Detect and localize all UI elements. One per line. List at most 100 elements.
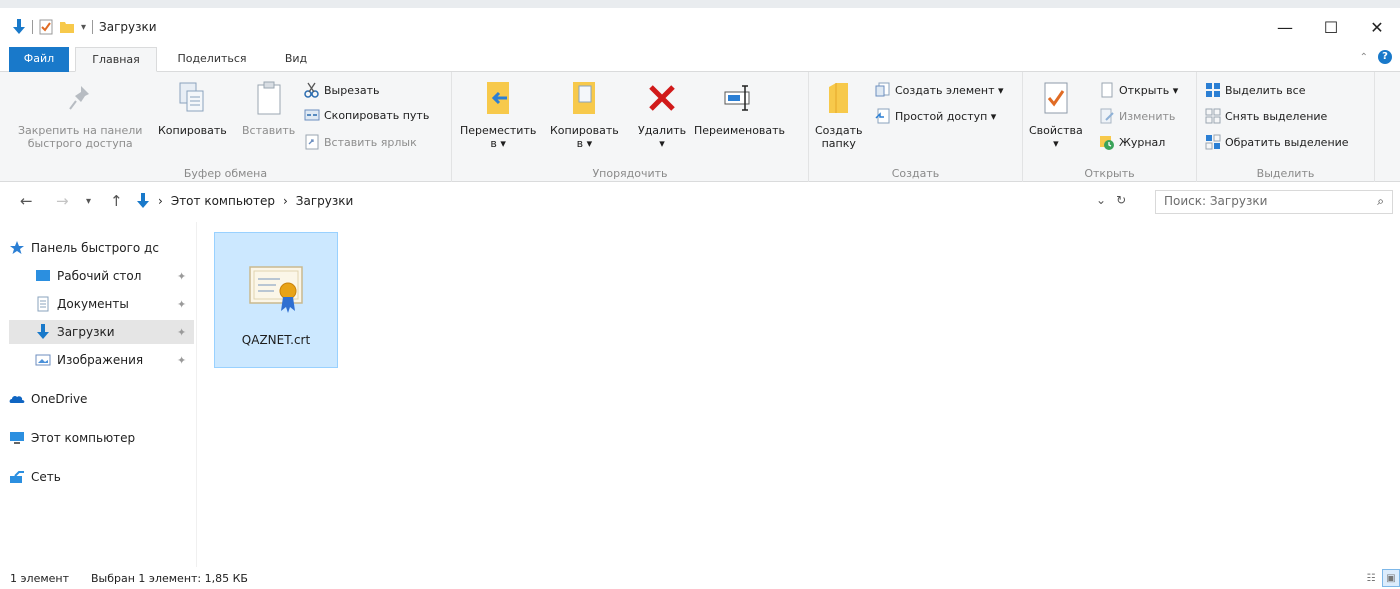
breadcrumb[interactable]: › Этот компьютер › Загрузки bbox=[136, 193, 353, 209]
delete-x-icon bbox=[644, 78, 680, 118]
copy-icon bbox=[174, 78, 210, 118]
breadcrumb-this-pc[interactable]: Этот компьютер bbox=[171, 194, 275, 208]
copy-path-icon bbox=[304, 109, 320, 121]
sidebar-item-documents[interactable]: Документы ✦ bbox=[9, 292, 194, 316]
breadcrumb-downloads[interactable]: Загрузки bbox=[296, 194, 354, 208]
edit-icon bbox=[1100, 108, 1114, 124]
tab-file[interactable]: Файл bbox=[9, 47, 69, 72]
rename-button[interactable]: Переименовать bbox=[694, 78, 785, 137]
selection-info: Выбран 1 элемент: 1,85 КБ bbox=[91, 572, 248, 585]
tab-share[interactable]: Поделиться bbox=[166, 47, 258, 72]
organize-group-label: Упорядочить bbox=[592, 167, 668, 180]
large-icons-view-icon[interactable]: ▣ bbox=[1382, 569, 1400, 587]
window-controls: — ☐ ✕ bbox=[1262, 12, 1400, 42]
collapse-ribbon-icon[interactable]: ⌃ bbox=[1360, 52, 1368, 63]
sidebar-item-pictures[interactable]: Изображения ✦ bbox=[9, 348, 194, 372]
easy-access-icon bbox=[875, 108, 890, 124]
sidebar-item-onedrive[interactable]: OneDrive bbox=[9, 387, 194, 411]
copy-label: Копировать bbox=[158, 124, 227, 137]
new-folder-button[interactable]: Создать папку bbox=[815, 78, 863, 150]
search-icon[interactable]: ⌕ bbox=[1377, 194, 1384, 209]
select-none-icon bbox=[1205, 108, 1221, 124]
forward-arrow-icon[interactable]: → bbox=[56, 192, 69, 210]
edit-button[interactable]: Изменить bbox=[1099, 108, 1175, 124]
pinned-icon: ✦ bbox=[177, 297, 187, 311]
new-folder-label-line1: Создать bbox=[815, 124, 863, 137]
properties-quick-icon[interactable] bbox=[39, 19, 53, 35]
paste-shortcut-button[interactable]: Вставить ярлык bbox=[304, 134, 417, 150]
new-item-button[interactable]: Создать элемент ▾ bbox=[875, 82, 1004, 98]
back-arrow-icon[interactable]: ← bbox=[20, 192, 33, 210]
up-arrow-icon[interactable]: ↑ bbox=[110, 192, 123, 210]
easy-access-button[interactable]: Простой доступ ▾ bbox=[875, 108, 996, 124]
search-input[interactable]: Поиск: Загрузки ⌕ bbox=[1155, 190, 1393, 214]
details-view-icon[interactable]: ☷ bbox=[1362, 569, 1380, 587]
downloads-location-icon bbox=[137, 193, 149, 208]
copy-path-button[interactable]: Скопировать путь bbox=[304, 107, 429, 123]
recent-locations-chevron-icon[interactable]: ▾ bbox=[86, 196, 91, 207]
delete-label: Удалить bbox=[638, 124, 687, 137]
paste-button[interactable]: Вставить bbox=[242, 78, 295, 137]
maximize-button[interactable]: ☐ bbox=[1308, 12, 1354, 42]
sidebar-item-quick-access[interactable]: Панель быстрого дс bbox=[9, 236, 194, 260]
select-all-icon bbox=[1206, 83, 1220, 97]
select-none-button[interactable]: Снять выделение bbox=[1205, 108, 1327, 124]
select-group: Выделить все Снять выделение Обратить вы… bbox=[1197, 72, 1375, 182]
clipboard-group-label: Буфер обмена bbox=[183, 167, 268, 180]
pictures-icon bbox=[35, 354, 51, 366]
refresh-icon[interactable]: ↻ bbox=[1116, 193, 1126, 207]
desktop-icon bbox=[36, 270, 50, 281]
onedrive-icon bbox=[9, 395, 25, 403]
sidebar-item-downloads[interactable]: Загрузки ✦ bbox=[9, 320, 194, 344]
paste-shortcut-icon bbox=[305, 134, 319, 150]
copy-to-label: Копировать bbox=[550, 124, 619, 137]
select-all-button[interactable]: Выделить все bbox=[1205, 82, 1305, 98]
easy-access-label: Простой доступ ▾ bbox=[895, 109, 997, 123]
invert-selection-label: Обратить выделение bbox=[1225, 135, 1349, 149]
tab-view[interactable]: Вид bbox=[277, 47, 315, 72]
copy-to-arrow: в ▾ bbox=[576, 137, 593, 150]
move-to-button[interactable]: Переместить в ▾ bbox=[460, 78, 536, 150]
sidebar-item-network[interactable]: Сеть bbox=[9, 465, 194, 489]
item-count: 1 элемент bbox=[10, 572, 69, 585]
pin-icon bbox=[62, 78, 98, 118]
download-arrow-icon bbox=[13, 19, 25, 34]
address-dropdown-chevron-icon[interactable]: ⌄ bbox=[1096, 193, 1106, 207]
sidebar-item-this-pc[interactable]: Этот компьютер bbox=[9, 426, 194, 450]
new-folder-label-line2: папку bbox=[821, 137, 856, 150]
copy-button[interactable]: Копировать bbox=[158, 78, 227, 137]
new-group-label: Создать bbox=[891, 167, 940, 180]
qat-customize-icon[interactable]: ▾ bbox=[81, 22, 86, 33]
delete-button[interactable]: Удалить ▾ bbox=[638, 78, 686, 150]
help-icon[interactable]: ? bbox=[1378, 50, 1392, 64]
network-icon bbox=[10, 471, 24, 483]
pin-quick-access-button[interactable]: Закрепить на панели быстрого доступа bbox=[18, 78, 142, 150]
move-to-arrow: в ▾ bbox=[490, 137, 506, 150]
invert-selection-button[interactable]: Обратить выделение bbox=[1205, 134, 1349, 150]
open-button[interactable]: Открыть ▾ bbox=[1099, 82, 1178, 98]
open-file-icon bbox=[1101, 82, 1113, 98]
title-bar: ▾ Загрузки — ☐ ✕ bbox=[0, 0, 1400, 38]
paste-label: Вставить bbox=[242, 124, 296, 137]
open-group: Свойства ▾ Открыть ▾ Изменить Журнал Отк… bbox=[1023, 72, 1197, 182]
properties-button[interactable]: Свойства ▾ bbox=[1029, 78, 1083, 150]
sidebar-item-label: OneDrive bbox=[31, 392, 88, 406]
move-to-icon bbox=[480, 78, 516, 118]
new-folder-quick-icon[interactable] bbox=[59, 20, 75, 34]
select-group-label: Выделить bbox=[1256, 167, 1315, 180]
tab-home[interactable]: Главная bbox=[75, 47, 157, 72]
file-item[interactable]: QAZNET.crt bbox=[214, 232, 338, 368]
ribbon-tabs: Файл Главная Поделиться Вид ⌃ ? bbox=[0, 46, 1400, 72]
pin-label-line2: быстрого доступа bbox=[27, 137, 133, 150]
cut-button[interactable]: Вырезать bbox=[304, 82, 379, 98]
copy-to-button[interactable]: Копировать в ▾ bbox=[550, 78, 619, 150]
close-button[interactable]: ✕ bbox=[1354, 12, 1400, 42]
quick-access-toolbar: ▾ Загрузки bbox=[12, 16, 157, 38]
history-button[interactable]: Журнал bbox=[1099, 134, 1165, 150]
sidebar-item-desktop[interactable]: Рабочий стол ✦ bbox=[9, 264, 194, 288]
select-all-label: Выделить все bbox=[1225, 83, 1306, 97]
minimize-button[interactable]: — bbox=[1262, 12, 1308, 42]
delete-arrow: ▾ bbox=[659, 137, 665, 150]
new-item-label: Создать элемент ▾ bbox=[895, 83, 1004, 97]
navigation-pane: Панель быстрого дс Рабочий стол ✦ Докуме… bbox=[0, 222, 197, 567]
